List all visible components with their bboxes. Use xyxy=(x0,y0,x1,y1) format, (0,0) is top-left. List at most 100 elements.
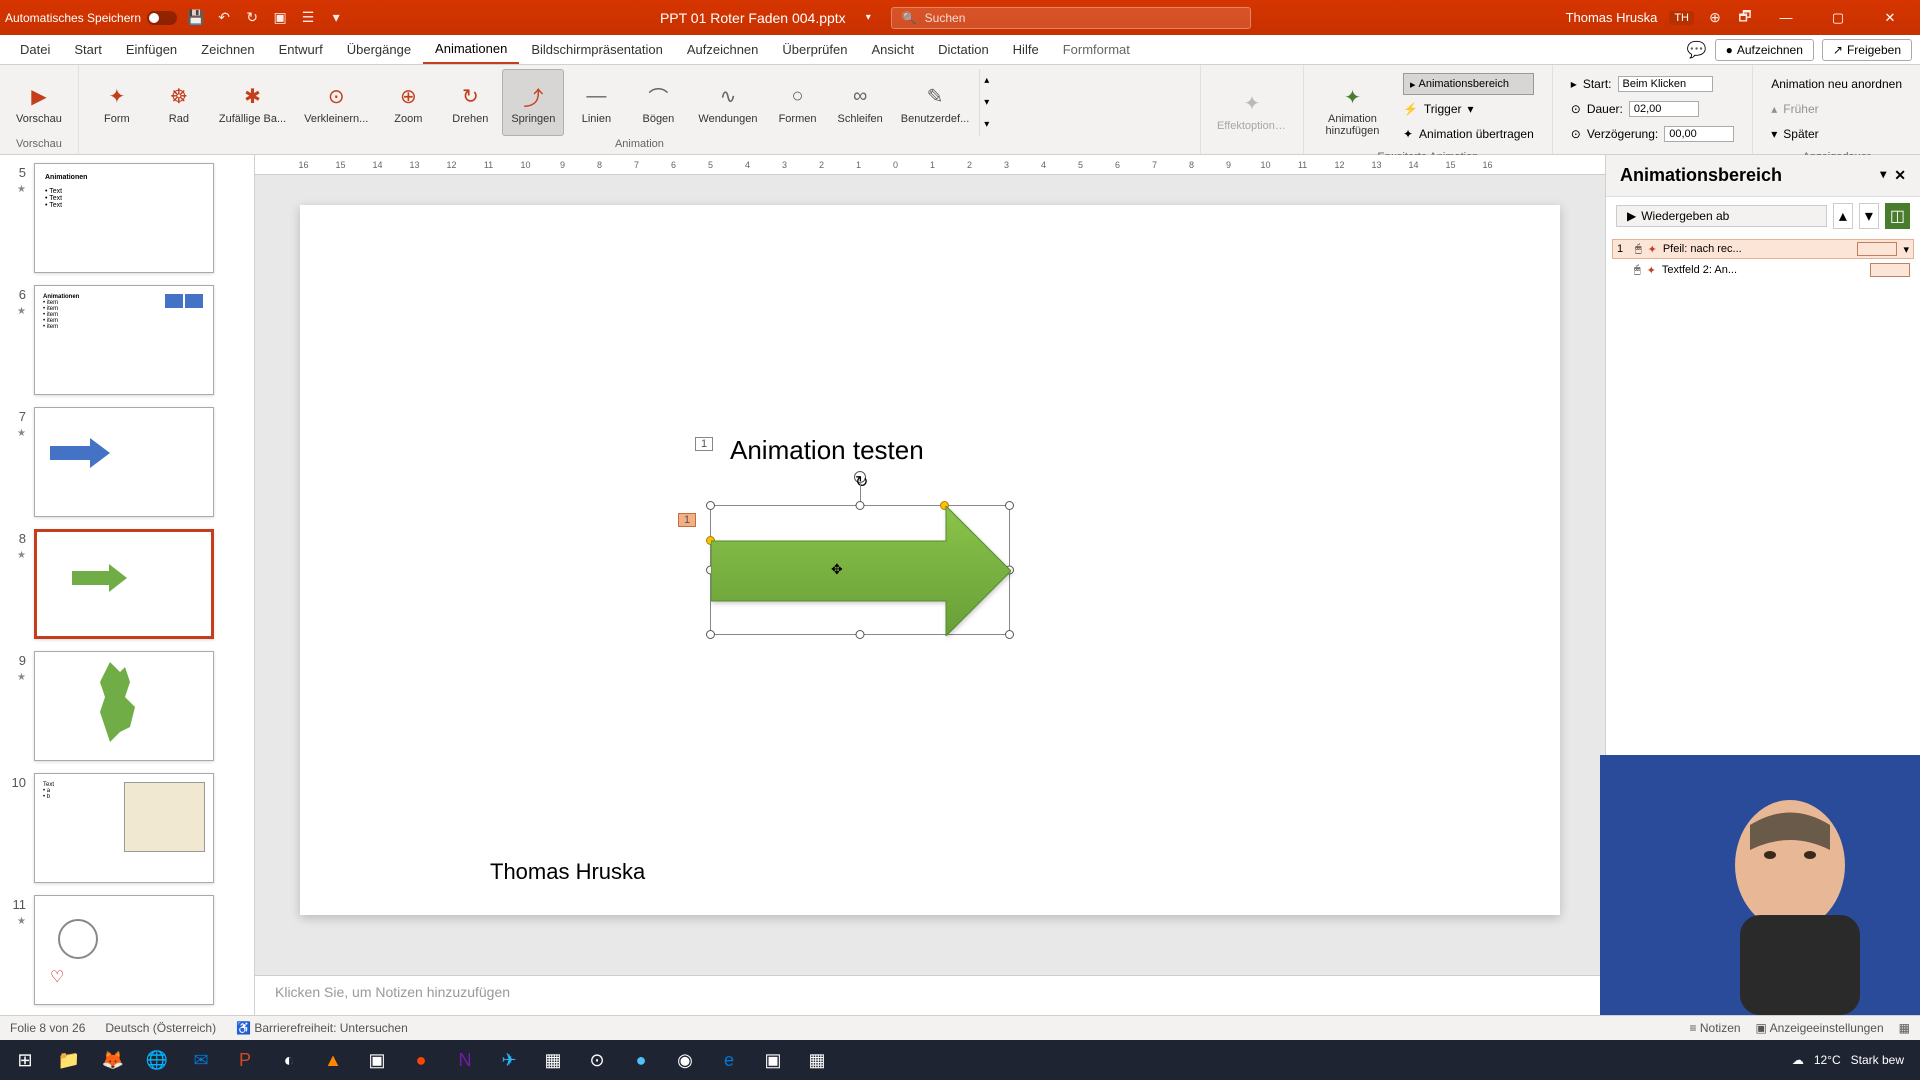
animation-pane-button[interactable]: ▸ Animationsbereich xyxy=(1403,73,1534,95)
view-normal-icon[interactable]: ▦ xyxy=(1899,1021,1910,1035)
edge-icon[interactable]: e xyxy=(710,1041,748,1079)
gallery-more-icon[interactable]: ▾ xyxy=(984,119,989,130)
slide-footer[interactable]: Thomas Hruska xyxy=(490,859,645,885)
record-button[interactable]: ● Aufzeichnen xyxy=(1715,39,1814,61)
temperature[interactable]: 12°C xyxy=(1814,1053,1841,1067)
anim-linien[interactable]: —Linien xyxy=(566,69,626,136)
app-icon-6[interactable]: ● xyxy=(622,1041,660,1079)
display-settings-button[interactable]: ▣ Anzeigeeinstellungen xyxy=(1756,1021,1884,1035)
duration-input[interactable] xyxy=(1629,101,1699,117)
maximize-button[interactable]: ▢ xyxy=(1818,3,1858,33)
tab-start[interactable]: Start xyxy=(62,36,113,63)
trigger-button[interactable]: ⚡ Trigger ▾ xyxy=(1403,98,1534,120)
app-icon-7[interactable]: ◉ xyxy=(666,1041,704,1079)
connect-icon[interactable]: 🗗 xyxy=(1736,9,1754,27)
outlook-icon[interactable]: ✉ xyxy=(182,1041,220,1079)
user-avatar[interactable]: TH xyxy=(1669,11,1694,25)
thumbnail-8[interactable]: 8★ xyxy=(4,529,244,639)
language-button[interactable]: Deutsch (Österreich) xyxy=(105,1021,216,1035)
present-icon[interactable]: ▣ xyxy=(271,9,289,27)
anim-zuflligeba[interactable]: ✱Zufällige Ba... xyxy=(211,69,294,136)
anim-rad[interactable]: ☸Rad xyxy=(149,69,209,136)
autosave-toggle[interactable]: Automatisches Speichern xyxy=(5,11,177,25)
start-dropdown[interactable] xyxy=(1618,76,1713,92)
notes-button[interactable]: ≡ Notizen xyxy=(1690,1021,1741,1035)
tab-formformat[interactable]: Formformat xyxy=(1051,36,1142,63)
thumbnail-9[interactable]: 9★ xyxy=(4,651,244,761)
anim-list-item-1[interactable]: 🖱✦Textfeld 2: An... xyxy=(1612,261,1914,279)
minimize-button[interactable]: — xyxy=(1766,3,1806,33)
chevron-down-icon[interactable]: ▾ xyxy=(1880,167,1886,184)
anim-bgen[interactable]: ⌒Bögen xyxy=(628,69,688,136)
undo-icon[interactable]: ↶ xyxy=(215,9,233,27)
anim-springen[interactable]: ⤴Springen xyxy=(502,69,564,136)
tab-hilfe[interactable]: Hilfe xyxy=(1001,36,1051,63)
app-icon-4[interactable]: ▦ xyxy=(534,1041,572,1079)
gallery-down-icon[interactable]: ▾ xyxy=(984,97,989,108)
weather-text[interactable]: Stark bew xyxy=(1851,1053,1904,1067)
weather-icon[interactable]: ☁ xyxy=(1792,1053,1804,1067)
accessibility-button[interactable]: ♿ Barrierefreiheit: Untersuchen xyxy=(236,1021,408,1035)
anim-verkleinern[interactable]: ⊙Verkleinern... xyxy=(296,69,376,136)
anim-form[interactable]: ✦Form xyxy=(87,69,147,136)
timeline-icon[interactable]: ◫ xyxy=(1885,203,1910,229)
delay-input[interactable] xyxy=(1664,126,1734,142)
move-up-icon[interactable]: ▴ xyxy=(1833,203,1853,229)
thumbnail-5[interactable]: 5★Animationen• Text• Text• Text xyxy=(4,163,244,273)
onenote-icon[interactable]: N xyxy=(446,1041,484,1079)
tab-animationen[interactable]: Animationen xyxy=(423,35,519,64)
app-icon-3[interactable]: ● xyxy=(402,1041,440,1079)
username[interactable]: Thomas Hruska xyxy=(1566,10,1658,25)
anim-benutzerdef[interactable]: ✎Benutzerdef... xyxy=(893,69,978,136)
play-from-button[interactable]: ▶ Wiedergeben ab xyxy=(1616,205,1827,227)
anim-drehen[interactable]: ↻Drehen xyxy=(440,69,500,136)
tab-zeichnen[interactable]: Zeichnen xyxy=(189,36,266,63)
firefox-icon[interactable]: 🦊 xyxy=(94,1041,132,1079)
close-button[interactable]: ✕ xyxy=(1870,3,1910,33)
preview-button[interactable]: ▶ Vorschau xyxy=(8,69,70,136)
filename-dropdown-icon[interactable]: ▾ xyxy=(866,12,871,23)
thumbnail-10[interactable]: 10Text• a• b xyxy=(4,773,244,883)
tab-datei[interactable]: Datei xyxy=(8,36,62,63)
move-down-icon[interactable]: ▾ xyxy=(1859,203,1879,229)
close-pane-icon[interactable]: ✕ xyxy=(1894,167,1906,184)
slide-counter[interactable]: Folie 8 von 26 xyxy=(10,1021,85,1035)
anim-list-item-0[interactable]: 1🖱✦Pfeil: nach rec...▾ xyxy=(1612,239,1914,259)
app-icon-1[interactable]: ◐ xyxy=(270,1041,308,1079)
powerpoint-icon[interactable]: P xyxy=(226,1041,264,1079)
notes-input[interactable]: Klicken Sie, um Notizen hinzuzufügen xyxy=(255,975,1605,1015)
start-button[interactable]: ⊞ xyxy=(6,1041,44,1079)
app-icon-2[interactable]: ▣ xyxy=(358,1041,396,1079)
slide-canvas[interactable]: 1 Animation testen 1 ↻ xyxy=(300,205,1560,915)
tab-ansicht[interactable]: Ansicht xyxy=(859,36,926,63)
later-button[interactable]: ▾ Später xyxy=(1771,123,1902,145)
animation-tag-1[interactable]: 1 xyxy=(695,437,713,451)
thumbnail-11[interactable]: 11★♡ xyxy=(4,895,244,1005)
gallery-up-icon[interactable]: ▴ xyxy=(984,75,989,86)
transfer-button[interactable]: ✦ Animation übertragen xyxy=(1403,123,1534,145)
app-icon-9[interactable]: ▦ xyxy=(798,1041,836,1079)
arrow-shape[interactable] xyxy=(711,506,1011,636)
explorer-icon[interactable]: 📁 xyxy=(50,1041,88,1079)
qat-more-icon[interactable]: ▾ xyxy=(327,9,345,27)
slide-title[interactable]: Animation testen xyxy=(730,435,924,466)
tab-einfuegen[interactable]: Einfügen xyxy=(114,36,189,63)
anim-formen[interactable]: ○Formen xyxy=(768,69,828,136)
thumbnail-7[interactable]: 7★ xyxy=(4,407,244,517)
share-button[interactable]: ↗ Freigeben xyxy=(1822,39,1912,61)
filename[interactable]: PPT 01 Roter Faden 004.pptx xyxy=(660,10,846,26)
comments-icon[interactable]: 💬 xyxy=(1687,40,1707,60)
anim-wendungen[interactable]: ∿Wendungen xyxy=(690,69,765,136)
chrome-icon[interactable]: 🌐 xyxy=(138,1041,176,1079)
telegram-icon[interactable]: ✈ xyxy=(490,1041,528,1079)
animation-tag-2[interactable]: 1 xyxy=(678,513,696,527)
tab-uebergaenge[interactable]: Übergänge xyxy=(335,36,423,63)
tab-aufzeichnen[interactable]: Aufzeichnen xyxy=(675,36,771,63)
thumbnail-6[interactable]: 6★Animationen • item• item• item• item• … xyxy=(4,285,244,395)
save-icon[interactable]: 💾 xyxy=(187,9,205,27)
tab-entwurf[interactable]: Entwurf xyxy=(267,36,335,63)
slide-thumbnails[interactable]: 5★Animationen• Text• Text• Text 6★Animati… xyxy=(0,155,255,1015)
slide-editor[interactable]: 1 Animation testen 1 ↻ xyxy=(255,175,1605,975)
search-input[interactable]: 🔍 Suchen xyxy=(891,7,1251,29)
sync-icon[interactable]: ⊕ xyxy=(1706,9,1724,27)
